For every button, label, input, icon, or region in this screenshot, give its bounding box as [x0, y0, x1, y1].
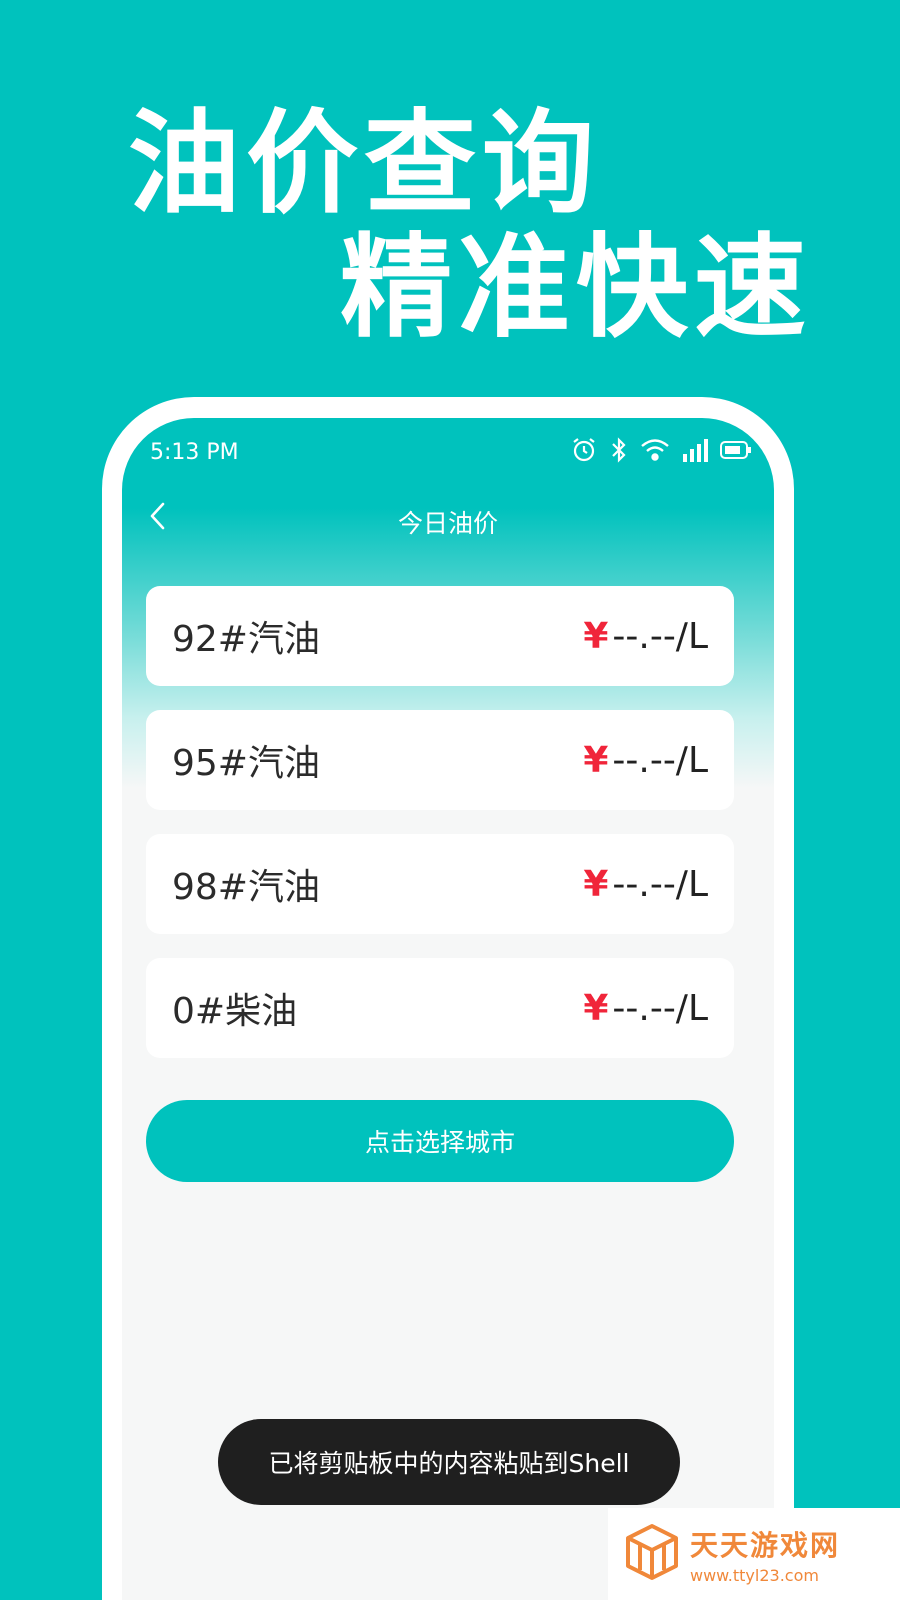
watermark-text: 天天游戏网 www.ttyl23.com: [690, 1524, 840, 1585]
currency-symbol: ¥: [583, 987, 609, 1029]
watermark: 天天游戏网 www.ttyl23.com: [608, 1508, 900, 1600]
nav-bar: 今日油价: [122, 488, 774, 548]
price-value: --.--/L: [612, 615, 708, 657]
status-bar: 5:13 PM: [122, 418, 774, 478]
fuel-price: ¥ --.--/L: [583, 740, 708, 781]
fuel-name: 0#柴油: [172, 991, 298, 1032]
price-card-98: 98#汽油 ¥ --.--/L: [146, 834, 734, 934]
watermark-logo-icon: [624, 1522, 680, 1586]
watermark-url: www.ttyl23.com: [690, 1565, 819, 1585]
status-icons: [570, 436, 752, 464]
price-value: --.--/L: [612, 987, 708, 1029]
price-card-92: 92#汽油 ¥ --.--/L: [146, 586, 734, 686]
price-list: 92#汽油 ¥ --.--/L 95#汽油 ¥ --.--/L 98#汽油 ¥ …: [146, 586, 734, 1082]
price-value: --.--/L: [612, 739, 708, 781]
currency-symbol: ¥: [583, 739, 609, 781]
select-city-button[interactable]: 点击选择城市: [146, 1100, 734, 1182]
price-card-diesel: 0#柴油 ¥ --.--/L: [146, 958, 734, 1058]
currency-symbol: ¥: [583, 615, 609, 657]
fuel-price: ¥ --.--/L: [583, 616, 708, 657]
fuel-price: ¥ --.--/L: [583, 988, 708, 1029]
watermark-title: 天天游戏网: [690, 1528, 841, 1562]
fuel-name: 98#汽油: [172, 867, 320, 908]
fuel-name: 92#汽油: [172, 619, 320, 660]
fuel-price: ¥ --.--/L: [583, 864, 708, 905]
promo-headline-1: 油价查询: [128, 99, 600, 229]
battery-icon: [720, 439, 752, 461]
alarm-icon: [570, 436, 598, 464]
fuel-name: 95#汽油: [172, 743, 320, 784]
currency-symbol: ¥: [583, 863, 609, 905]
price-value: --.--/L: [612, 863, 708, 905]
signal-icon: [682, 438, 708, 462]
toast-message: 已将剪贴板中的内容粘贴到Shell: [218, 1419, 680, 1505]
page-title: 今日油价: [397, 509, 498, 538]
promo-headline-2: 精准快速: [340, 223, 812, 353]
price-card-95: 95#汽油 ¥ --.--/L: [146, 710, 734, 810]
wifi-icon: [640, 438, 670, 462]
status-time: 5:13 PM: [150, 440, 239, 465]
bluetooth-icon: [610, 437, 628, 463]
